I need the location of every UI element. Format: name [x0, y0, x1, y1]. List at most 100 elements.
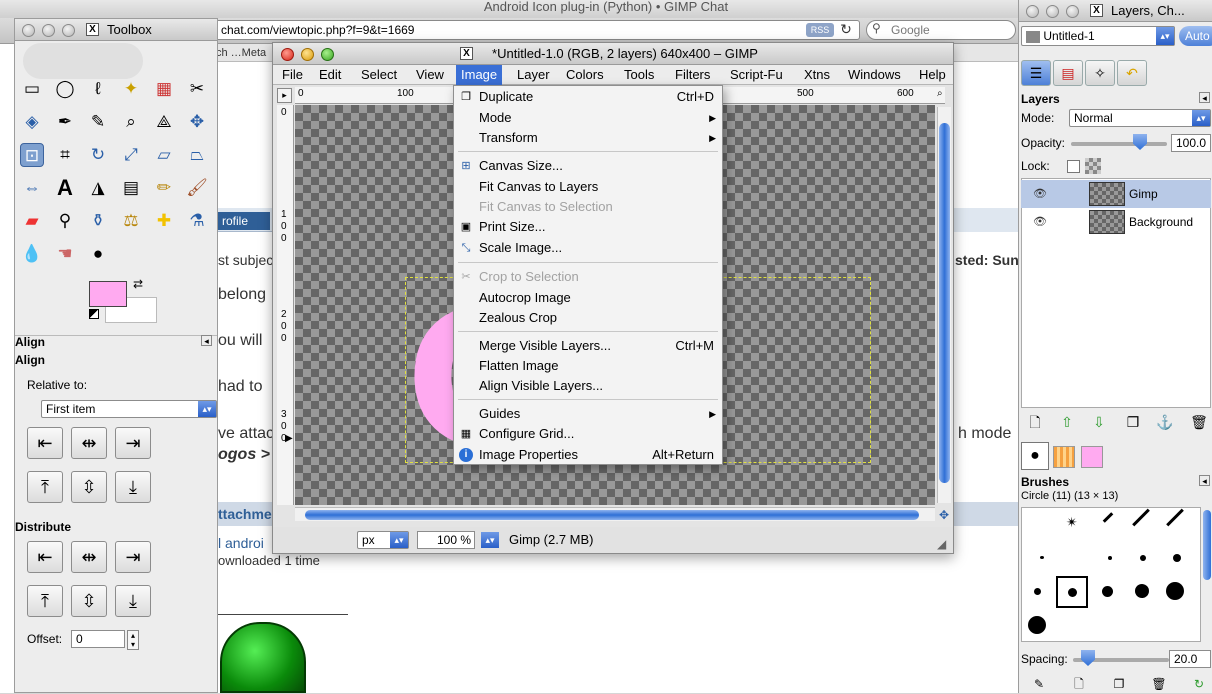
text-tool-icon[interactable]: A	[53, 176, 77, 200]
swap-colors-icon[interactable]: ⇄	[133, 277, 143, 291]
layer-row[interactable]: 👁 Background	[1021, 208, 1211, 236]
gradient-tab[interactable]	[1081, 446, 1103, 468]
profile-tab[interactable]: rofile	[218, 212, 270, 230]
close-button[interactable]	[1026, 5, 1039, 18]
select-by-color-icon[interactable]: ▦	[152, 77, 176, 101]
new-layer-icon[interactable]: 🗋	[1025, 412, 1045, 432]
distribute-top-button[interactable]: ⤒	[27, 585, 63, 617]
vertical-scroll-thumb[interactable]	[939, 123, 950, 483]
spacing-slider-handle[interactable]	[1081, 650, 1095, 666]
layer-row[interactable]: 👁 Gimp	[1021, 180, 1211, 208]
paintbrush-icon[interactable]: 🖌	[185, 176, 209, 200]
tab-menu-icon[interactable]: ◂	[1199, 92, 1210, 103]
selected-brush[interactable]	[1056, 576, 1088, 608]
minimize-button[interactable]	[1046, 5, 1059, 18]
paths-icon[interactable]: ✒	[53, 110, 77, 134]
align-right-button[interactable]: ⇥	[115, 427, 151, 459]
close-button[interactable]	[22, 24, 35, 37]
mode-dropdown[interactable]: Normal ▴▾	[1069, 109, 1211, 127]
image-window-titlebar[interactable]: X *Untitled-1.0 (RGB, 2 layers) 640x400 …	[273, 43, 953, 65]
menu-help[interactable]: Help	[914, 65, 951, 85]
menu-xtns[interactable]: Xtns	[799, 65, 835, 85]
blur-icon[interactable]: 💧	[20, 242, 44, 266]
crop-tool-icon[interactable]: ⌗	[53, 143, 77, 167]
unit-dropdown[interactable]: px ▴▾	[357, 531, 409, 549]
offset-spinner[interactable]: ▴ ▾	[127, 630, 139, 650]
heal-icon[interactable]: ✚	[152, 209, 176, 233]
align-tool-icon[interactable]: ⊡	[20, 143, 44, 167]
blend-icon[interactable]: ▤	[119, 176, 143, 200]
menu-edit[interactable]: Edit	[314, 65, 346, 85]
zoom-fit-icon[interactable]: ⌕	[937, 88, 943, 99]
menu-colors[interactable]: Colors	[561, 65, 609, 85]
clone-icon[interactable]: ⚖	[119, 209, 143, 233]
align-middle-button[interactable]: ⇳	[71, 471, 107, 503]
pattern-tab[interactable]	[1053, 446, 1075, 468]
dock-titlebar[interactable]: X Layers, Ch...	[1019, 0, 1212, 22]
tab-undo[interactable]: ↶	[1117, 60, 1147, 86]
reload-icon[interactable]: ↻	[838, 21, 854, 37]
bucket-fill-icon[interactable]: ◮	[86, 176, 110, 200]
zoom-input[interactable]: 100 %	[417, 531, 475, 549]
zoom-dropdown-arrow-icon[interactable]: ▴▾	[481, 532, 499, 548]
menu-file[interactable]: File	[277, 65, 308, 85]
opacity-slider-handle[interactable]	[1133, 134, 1147, 150]
distribute-center-button[interactable]: ⇹	[71, 541, 107, 573]
rect-select-icon[interactable]: ▭	[20, 77, 44, 101]
menu-item-print-size[interactable]: ▣ Print Size...	[454, 217, 722, 237]
menu-item-duplicate[interactable]: ❐ Duplicate Ctrl+D	[454, 87, 722, 107]
scissors-icon[interactable]: ✂	[185, 77, 209, 101]
flip-icon[interactable]: ⇔	[20, 176, 44, 200]
url-field[interactable]: chat.com/viewtopic.php?f=9&t=1669	[200, 20, 860, 40]
menu-item-flatten[interactable]: Flatten Image	[454, 356, 722, 376]
menu-tools[interactable]: Tools	[619, 65, 659, 85]
foreground-color-swatch[interactable]	[89, 281, 127, 307]
airbrush-icon[interactable]: ⚲	[53, 209, 77, 233]
distribute-right-button[interactable]: ⇥	[115, 541, 151, 573]
distribute-left-button[interactable]: ⇤	[27, 541, 63, 573]
eye-icon[interactable]: 👁	[1033, 180, 1047, 208]
align-center-button[interactable]: ⇹	[71, 427, 107, 459]
align-left-button[interactable]: ⇤	[27, 427, 63, 459]
menu-item-merge-visible[interactable]: Merge Visible Layers... Ctrl+M	[454, 336, 722, 356]
menu-item-scale-image[interactable]: ⤡ Scale Image...	[454, 238, 722, 258]
color-picker-icon[interactable]: ✎	[86, 110, 110, 134]
menu-layer[interactable]: Layer	[512, 65, 555, 85]
duplicate-layer-icon[interactable]: ❐	[1123, 412, 1143, 432]
refresh-brushes-icon[interactable]: ↻	[1189, 674, 1209, 694]
dodge-burn-icon[interactable]: ●	[86, 242, 110, 266]
quick-mask-icon[interactable]: ▶	[285, 433, 293, 444]
distribute-middle-button[interactable]: ⇳	[71, 585, 107, 617]
zoom-button[interactable]	[321, 48, 334, 61]
tab-paths[interactable]: ✧	[1085, 60, 1115, 86]
lower-layer-icon[interactable]: ⇩	[1089, 412, 1109, 432]
tab-menu-icon[interactable]: ◂	[201, 335, 212, 346]
menu-view[interactable]: View	[411, 65, 449, 85]
menu-image[interactable]: Image	[456, 65, 503, 85]
minimize-button[interactable]	[42, 24, 55, 37]
lock-alpha-icon[interactable]	[1085, 158, 1101, 174]
move-icon[interactable]: ✥	[185, 110, 209, 134]
menu-item-transform[interactable]: Transform ▶	[454, 128, 722, 148]
ink-icon[interactable]: ⚱	[86, 209, 110, 233]
edit-brush-icon[interactable]: ✎	[1029, 674, 1049, 694]
relative-to-dropdown[interactable]: First item ▴▾	[41, 400, 217, 418]
delete-layer-icon[interactable]: 🗑	[1189, 412, 1209, 432]
menu-filters[interactable]: Filters	[670, 65, 715, 85]
duplicate-brush-icon[interactable]: ❐	[1109, 674, 1129, 694]
perspective-icon[interactable]: ⏢	[185, 143, 209, 167]
scale-icon[interactable]: ⤢	[119, 143, 143, 167]
opacity-input[interactable]: 100.0	[1171, 134, 1211, 152]
horizontal-scrollbar[interactable]	[295, 507, 935, 521]
menu-item-configure-grid[interactable]: ▦ Configure Grid...	[454, 424, 722, 444]
new-brush-icon[interactable]: 🗋	[1069, 674, 1089, 694]
horizontal-scroll-thumb[interactable]	[305, 510, 919, 520]
tab-menu-icon[interactable]: ◂	[1199, 475, 1210, 486]
resize-grip-icon[interactable]: ◢	[937, 537, 946, 551]
attachment-link[interactable]: l androi	[218, 535, 264, 551]
menu-item-fit-canvas-layers[interactable]: Fit Canvas to Layers	[454, 177, 722, 197]
tab-layers[interactable]: ☰	[1021, 60, 1051, 86]
lasso-icon[interactable]: ℓ	[86, 77, 110, 101]
zoom-icon[interactable]: ⌕	[119, 110, 143, 134]
menu-item-zealous-crop[interactable]: Zealous Crop	[454, 308, 722, 328]
